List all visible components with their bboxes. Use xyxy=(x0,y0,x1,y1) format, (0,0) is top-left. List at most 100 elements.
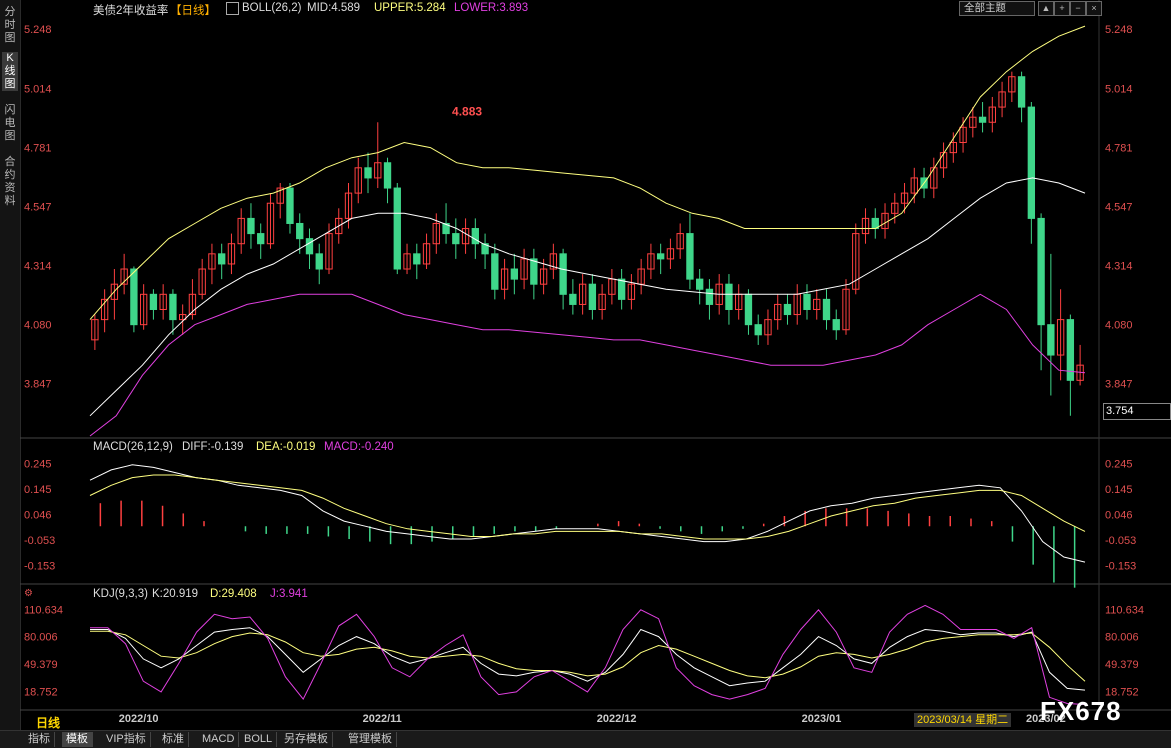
tab-kline[interactable]: K线图 xyxy=(2,52,18,91)
boll-upper: UPPER:5.284 xyxy=(374,2,446,14)
tab-boll[interactable]: BOLL xyxy=(240,732,278,747)
boll-lower-line xyxy=(89,293,1086,437)
boll-upper-line xyxy=(89,25,1086,320)
y-tick-label-right: 5.014 xyxy=(1105,83,1133,95)
period-tag: 【日线】 xyxy=(170,5,216,17)
y-tick-label-right: -0.153 xyxy=(1105,560,1136,572)
kdj-k: K:20.919 xyxy=(152,588,199,600)
y-tick-label-left: 3.847 xyxy=(24,379,52,391)
tab-save-template[interactable]: 另存模板 xyxy=(280,732,333,747)
candle-body xyxy=(130,268,138,326)
candle-body xyxy=(754,324,762,336)
candle-body xyxy=(296,222,304,240)
candle-body xyxy=(218,253,226,265)
instrument-title: 美债2年收益率 xyxy=(93,5,169,17)
candle-body xyxy=(286,187,294,224)
candle-body xyxy=(169,293,177,321)
watermark-logo: FX678 xyxy=(1040,696,1122,726)
tab-vip-indicator[interactable]: VIP指标 xyxy=(102,732,151,747)
candle-body xyxy=(617,278,626,300)
tab-timeshare[interactable]: 分时图 xyxy=(2,6,18,45)
candle-body xyxy=(705,288,714,305)
tab-contract-info[interactable]: 合约资料 xyxy=(2,156,18,208)
candle-body xyxy=(1037,217,1045,326)
zoom-out-icon[interactable]: − xyxy=(1070,1,1086,16)
candle-body xyxy=(530,258,538,285)
y-tick-label-left: 18.752 xyxy=(24,686,58,698)
candle-body xyxy=(696,278,704,290)
tab-flash[interactable]: 闪电图 xyxy=(2,104,18,143)
indicator-icon[interactable] xyxy=(226,2,239,15)
boll-label: BOLL(26,2) xyxy=(242,2,302,14)
candle-body xyxy=(257,233,265,245)
tab-indicator[interactable]: 指标 xyxy=(24,732,55,747)
candle-body xyxy=(822,298,831,321)
candle-body xyxy=(491,253,499,290)
x-tick-label: 2022/10 xyxy=(119,713,159,725)
period-label[interactable]: 日线 xyxy=(36,714,60,731)
candle-body xyxy=(686,233,694,280)
y-tick-label-left: 110.634 xyxy=(24,604,63,616)
candle-body xyxy=(247,217,255,235)
y-tick-label-right: 0.245 xyxy=(1105,459,1133,471)
candle-body xyxy=(588,283,597,310)
chart-canvas[interactable]: 5.248 5.248 5.014 5.014 4.781 4.781 4.547 4.547… xyxy=(20,0,1171,730)
y-tick-label-left: 4.781 xyxy=(24,142,52,154)
settings-icon[interactable]: ⚙ xyxy=(24,588,33,599)
macd-dea: DEA:-0.019 xyxy=(256,441,316,453)
tab-template[interactable]: 模板 xyxy=(62,732,93,747)
candle-body xyxy=(978,116,987,123)
theme-preset-select[interactable]: 全部主题 xyxy=(959,1,1035,16)
zoom-in-icon[interactable]: + xyxy=(1054,1,1070,16)
y-tick-label-right: 4.314 xyxy=(1105,260,1133,272)
sidebar: 分时图 K线图 闪电图 合约资料 xyxy=(0,0,21,747)
macd-dea-line xyxy=(89,474,1086,540)
boll-mid-line xyxy=(89,177,1086,417)
y-tick-label-left: 0.145 xyxy=(24,484,52,496)
candle-body xyxy=(510,268,519,280)
candle-body xyxy=(383,162,392,189)
kdj-d-line xyxy=(90,630,1086,682)
kdj-j: J:3.941 xyxy=(270,588,308,600)
candle-body xyxy=(559,253,567,295)
boll-lower: LOWER:3.893 xyxy=(454,2,529,14)
macd-diff-line xyxy=(89,464,1086,563)
candle-body xyxy=(452,233,460,245)
y-tick-label-left: 0.245 xyxy=(24,459,52,471)
y-tick-label-right: -0.053 xyxy=(1105,535,1136,547)
macd-label: MACD(26,12,9) xyxy=(93,441,173,453)
kdj-j-line xyxy=(90,604,1086,705)
candle-body xyxy=(149,293,158,310)
y-tick-label-left: 0.046 xyxy=(24,509,52,521)
y-tick-label-left: -0.053 xyxy=(24,535,55,547)
y-tick-label-right: 5.248 xyxy=(1105,24,1133,36)
tab-macd[interactable]: MACD xyxy=(198,732,240,747)
candle-body xyxy=(783,303,792,316)
y-tick-label-right: 4.547 xyxy=(1105,202,1133,214)
y-tick-label-left: 4.547 xyxy=(24,202,52,214)
y-tick-label-left: 5.014 xyxy=(24,83,52,95)
candle-body xyxy=(832,319,840,331)
current-price-box: 3.754 xyxy=(1103,403,1171,420)
arrow-up-icon[interactable]: ▲ xyxy=(1038,1,1054,16)
candle-body xyxy=(1017,76,1026,108)
y-tick-label-right: 0.046 xyxy=(1105,509,1133,521)
candle-body xyxy=(305,238,314,255)
y-tick-label-right: 3.847 xyxy=(1105,379,1133,391)
y-tick-label-left: 4.080 xyxy=(24,320,52,332)
candle-body xyxy=(1027,106,1036,219)
kdj-label: KDJ(9,3,3) xyxy=(93,588,148,600)
close-icon[interactable]: × xyxy=(1086,1,1102,16)
kdj-k-line xyxy=(90,627,1086,691)
y-tick-label-right: 110.634 xyxy=(1105,604,1144,616)
candle-body xyxy=(1047,324,1055,356)
boll-mid: MID:4.589 xyxy=(307,2,361,14)
y-tick-label-left: 49.379 xyxy=(24,659,58,671)
price-annotation: 4.883 xyxy=(452,105,482,119)
candle-body xyxy=(569,293,577,305)
tab-manage-template[interactable]: 管理模板 xyxy=(344,732,397,747)
y-tick-label-left: 5.248 xyxy=(24,24,52,36)
x-tick-label: 2022/11 xyxy=(363,713,402,725)
tab-standard[interactable]: 标准 xyxy=(158,732,189,747)
y-tick-label-left: 80.006 xyxy=(24,632,58,644)
